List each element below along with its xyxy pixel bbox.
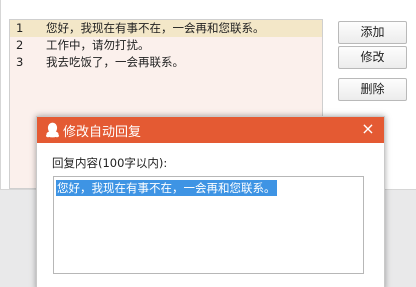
reply-content-textarea[interactable]: 您好，我现在有事不在，一会再和您联系。 [53,176,364,274]
reply-text: 工作中，请勿打扰。 [46,38,150,52]
reply-text: 您好，我现在有事不在，一会再和您联系。 [46,21,265,35]
selected-reply-text: 您好，我现在有事不在，一会再和您联系。 [56,180,277,196]
reply-content-label: 回复内容(100字以内): [52,156,168,170]
reply-number: 1 [16,21,24,35]
edit-button[interactable]: 修改 [338,46,407,69]
reply-number: 3 [16,55,24,69]
reply-row-2[interactable]: 2 工作中，请勿打扰。 [10,37,322,54]
qq-penguin-icon [46,122,59,138]
dialog-title: 修改自动回复 [63,125,142,140]
dialog-titlebar[interactable]: 修改自动回复 × [37,117,384,143]
reply-text: 我去吃饭了，一会再联系。 [46,55,184,69]
add-button[interactable]: 添加 [338,21,407,44]
reply-row-1[interactable]: 1 您好，我现在有事不在，一会再和您联系。 [10,20,322,37]
close-icon[interactable]: × [359,120,377,138]
reply-row-3[interactable]: 3 我去吃饭了，一会再联系。 [10,54,322,71]
delete-button[interactable]: 删除 [338,78,407,101]
edit-auto-reply-dialog: 修改自动回复 × 回复内容(100字以内): 您好，我现在有事不在，一会再和您联… [36,116,385,287]
reply-number: 2 [16,38,24,52]
